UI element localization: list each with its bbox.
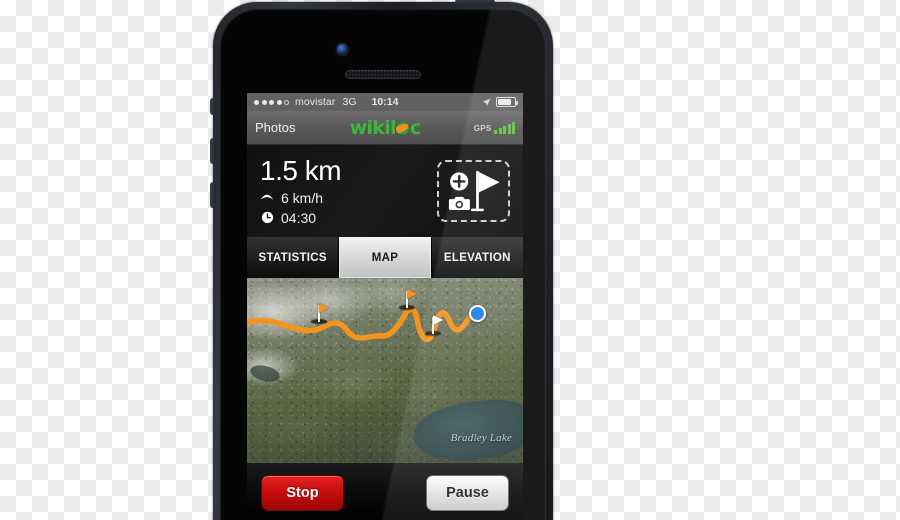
volume-down-button[interactable] [210,182,216,208]
clock-icon [260,211,274,225]
current-location-dot [469,305,486,322]
flag-icon [407,289,417,299]
logo-o-icon [396,121,410,135]
waypoint-flag-marker[interactable] [309,302,329,324]
phone-device: movistar 3G 10:14 Photos wikil c GPS 1.5… [210,0,553,520]
power-button[interactable] [455,0,495,5]
recording-controls: Stop Pause [247,463,523,520]
volume-up-button[interactable] [210,138,216,164]
earpiece-speaker-icon [345,70,421,79]
phone-top-hardware [220,9,546,97]
mute-switch[interactable] [210,98,216,115]
stop-button[interactable]: Stop [261,474,344,511]
waypoint-flag-marker[interactable] [423,314,443,336]
view-tabs: STATISTICS MAP ELEVATION [247,237,523,278]
stats-panel: 1.5 km 6 km/h 04:30 [247,145,523,237]
tab-elevation[interactable]: ELEVATION [431,237,523,278]
pause-button[interactable]: Pause [426,474,509,511]
lake-label: Bradley Lake [450,432,512,444]
distance-value: 1.5 km [260,155,342,187]
tab-statistics[interactable]: STATISTICS [247,237,340,278]
speedometer-icon [260,191,274,205]
speed-row: 6 km/h [260,190,437,206]
status-bar-right [482,97,518,107]
stats-values: 1.5 km 6 km/h 04:30 [260,156,437,225]
gps-signal-indicator: GPS [473,121,515,134]
camera-icon [448,196,470,210]
duration-row: 04:30 [260,210,437,226]
battery-icon [496,97,518,107]
phone-screen: movistar 3G 10:14 Photos wikil c GPS 1.5… [247,93,523,520]
duration-value: 04:30 [281,209,317,226]
add-waypoint-photo-button[interactable] [437,160,510,222]
map-view[interactable]: Bradley Lake [247,278,523,463]
front-camera-icon [337,44,348,55]
status-bar: movistar 3G 10:14 [247,93,523,111]
navigation-bar: Photos wikil c GPS [247,111,523,145]
flag-icon [470,170,500,212]
speed-value: 6 km/h [281,189,324,206]
logo-text-after: c [409,116,421,139]
waypoint-flag-marker[interactable] [397,288,417,310]
flag-icon [319,303,329,313]
flag-icon [433,315,443,325]
gps-bars-icon [494,121,515,134]
photos-button[interactable]: Photos [255,120,295,135]
tab-map[interactable]: MAP [339,237,432,278]
gps-label: GPS [473,124,492,133]
logo-text-before: wikil [349,116,397,139]
location-arrow-icon [482,98,491,106]
